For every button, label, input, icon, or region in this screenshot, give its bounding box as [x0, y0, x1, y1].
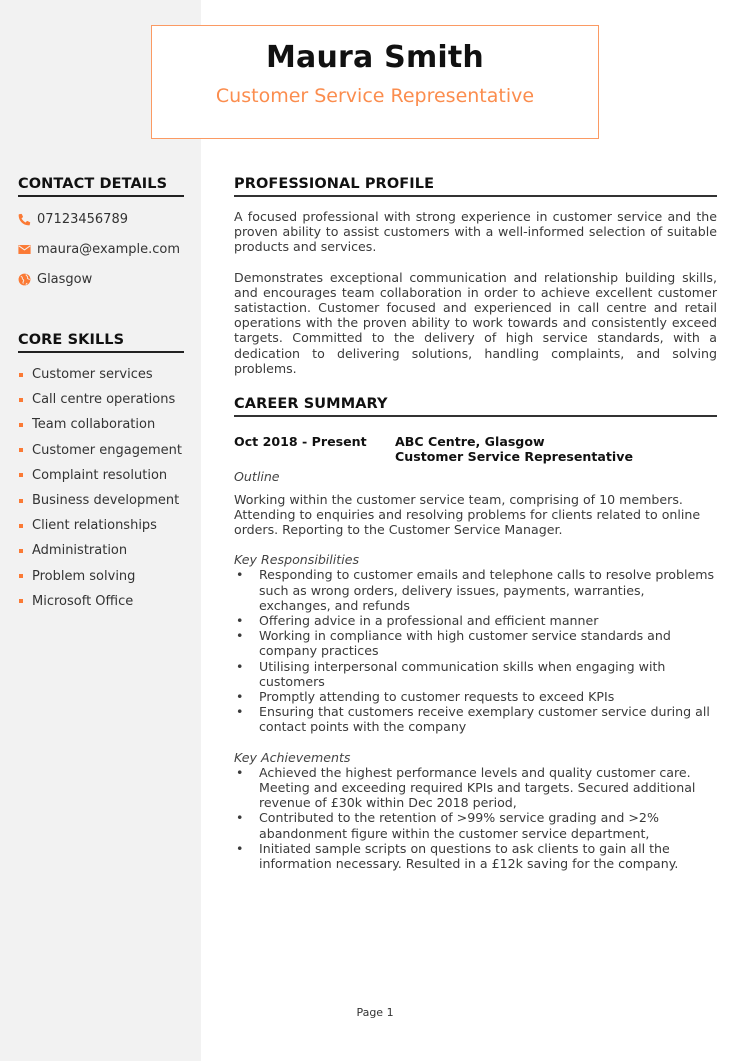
bullet-icon: •: [236, 704, 244, 720]
professional-profile-section: PROFESSIONAL PROFILE A focused professio…: [234, 176, 717, 376]
bullet-icon: •: [236, 764, 244, 780]
career-summary-section: CAREER SUMMARY Oct 2018 - Present ABC Ce…: [234, 396, 717, 871]
bullet-icon: •: [236, 810, 244, 826]
achievements-label: Key Achievements: [234, 749, 351, 765]
contact-location: Glasgow: [18, 272, 92, 287]
square-bullet-icon: [19, 422, 23, 427]
skill-item: Call centre operations: [18, 387, 182, 412]
skill-item: Problem solving: [18, 564, 182, 589]
responsibilities-label: Key Responsibilities: [234, 552, 360, 568]
skill-label: Complaint resolution: [32, 467, 168, 483]
bullet-icon: •: [236, 689, 244, 705]
bullet-icon: •: [236, 840, 244, 856]
skill-label: Business development: [32, 493, 180, 509]
envelope-icon: [18, 243, 31, 256]
square-bullet-icon: [19, 372, 23, 377]
skill-item: Client relationships: [18, 513, 182, 538]
skill-item: Business development: [18, 488, 182, 513]
outline-label: Outline: [234, 469, 280, 485]
square-bullet-icon: [19, 599, 23, 604]
responsibility-item: • Promptly attending to customer requests…: [236, 689, 615, 705]
square-bullet-icon: [19, 548, 23, 553]
job-employer-role: ABC Centre, Glasgow Customer Service Rep…: [395, 434, 633, 464]
achievement-item: • Achieved the highest performance levels…: [236, 764, 696, 811]
skill-label: Customer services: [32, 367, 153, 383]
skill-label: Problem solving: [32, 568, 136, 584]
phone-number: 07123456789: [37, 212, 128, 227]
square-bullet-icon: [19, 523, 23, 528]
job-header: Oct 2018 - Present ABC Centre, Glasgow C…: [234, 434, 717, 464]
responsibility-item: • Offering advice in a professional and e…: [236, 613, 599, 629]
skill-item: Microsoft Office: [18, 589, 182, 614]
skill-label: Call centre operations: [32, 392, 176, 408]
job-employer: ABC Centre, Glasgow: [395, 434, 545, 449]
skill-label: Team collaboration: [32, 417, 156, 433]
square-bullet-icon: [19, 397, 23, 402]
responsibility-item: • Responding to customer emails and telep…: [236, 567, 715, 613]
skill-item: Complaint resolution: [18, 463, 182, 488]
skill-item: Customer services: [18, 362, 182, 387]
location: Glasgow: [37, 272, 93, 287]
skill-label: Microsoft Office: [32, 593, 134, 609]
bullet-icon: •: [236, 628, 244, 644]
responsibilities-list: • Responding to customer emails and telep…: [234, 567, 717, 734]
candidate-name: Maura Smith: [266, 40, 484, 75]
bullet-icon: •: [236, 613, 244, 629]
outline-text: Working within the customer service team…: [234, 491, 701, 538]
job-dates: Oct 2018 - Present: [234, 434, 367, 449]
square-bullet-icon: [19, 448, 23, 453]
core-skills-list: Customer services Call centre operations…: [18, 362, 182, 614]
career-summary-heading: CAREER SUMMARY: [234, 396, 717, 417]
header-box: Maura Smith Customer Service Representat…: [151, 25, 599, 139]
candidate-title: Customer Service Representative: [215, 85, 535, 107]
skill-item: Customer engagement: [18, 438, 182, 463]
achievements-list: • Achieved the highest performance levels…: [234, 765, 717, 871]
contact-email: maura@example.com: [18, 242, 180, 257]
page-number: Page 1: [356, 1006, 394, 1019]
bullet-icon: •: [236, 567, 244, 583]
skill-label: Customer engagement: [32, 442, 182, 458]
skill-item: Team collaboration: [18, 412, 182, 437]
email-address: maura@example.com: [37, 242, 181, 257]
square-bullet-icon: [19, 473, 23, 478]
job-role: Customer Service Representative: [395, 449, 633, 465]
responsibility-item: • Ensuring that customers receive exempla…: [236, 704, 710, 735]
responsibility-item: • Utilising interpersonal communication s…: [236, 658, 666, 689]
achievement-item: • Contributed to the retention of >99% se…: [236, 810, 659, 841]
phone-icon: [18, 213, 31, 226]
achievement-item: • Initiated sample scripts on questions t…: [236, 840, 679, 872]
skill-label: Client relationships: [32, 518, 157, 534]
contact-details-heading: CONTACT DETAILS: [18, 176, 184, 197]
profile-paragraph: Demonstrates exceptional communication a…: [234, 269, 717, 376]
globe-icon: [18, 273, 31, 286]
contact-phone: 07123456789: [18, 212, 128, 227]
profile-paragraph: A focused professional with strong exper…: [234, 209, 717, 255]
square-bullet-icon: [19, 574, 23, 579]
skill-item: Administration: [18, 538, 182, 563]
professional-profile-heading: PROFESSIONAL PROFILE: [234, 176, 717, 197]
core-skills-heading: CORE SKILLS: [18, 332, 184, 353]
responsibility-item: • Working in compliance with high custome…: [236, 628, 671, 659]
bullet-icon: •: [236, 658, 244, 674]
skill-label: Administration: [32, 543, 128, 559]
square-bullet-icon: [19, 498, 23, 503]
